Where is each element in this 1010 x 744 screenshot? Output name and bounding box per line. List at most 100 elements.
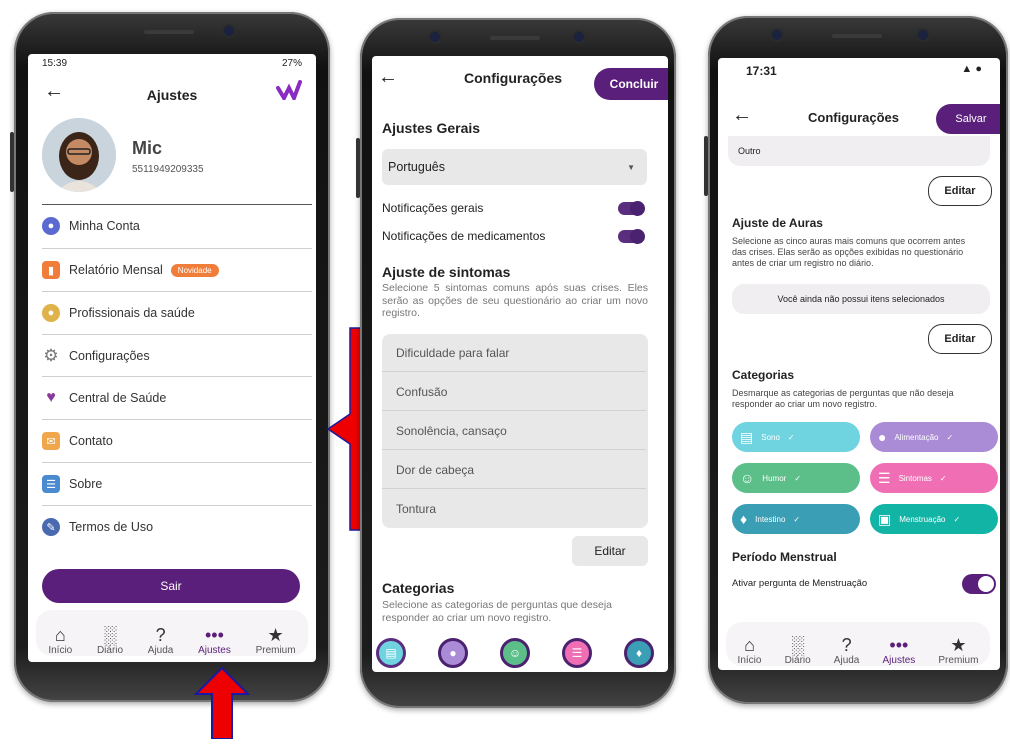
- category-intestino-icon[interactable]: ♦: [624, 638, 654, 668]
- save-button[interactable]: Salvar: [936, 104, 1000, 134]
- home-icon: ⌂: [744, 635, 755, 655]
- check-icon: ✓: [787, 432, 795, 442]
- back-arrow-icon[interactable]: ←: [378, 66, 398, 89]
- nav-ajustes[interactable]: ••• Ajustes: [882, 635, 915, 666]
- user-name: Mic: [132, 138, 163, 158]
- nav-inicio[interactable]: ⌂ Início: [48, 625, 72, 656]
- symptom-item: Dificuldade para falar: [382, 334, 646, 372]
- categories-description: Selecione as categorias de perguntas que…: [382, 599, 612, 624]
- bottom-nav: ⌂ Início ░ Diário ? Ajuda ••• Ajustes ★ Premi…: [36, 610, 308, 656]
- edit-auras-button[interactable]: Editar: [928, 324, 992, 354]
- menu-label: Configurações: [69, 349, 150, 363]
- notif-general-label: Notificações gerais: [382, 201, 484, 215]
- menu-item-configuracoes[interactable]: ⚙ Configurações: [42, 334, 312, 377]
- smile-icon: ☺: [740, 470, 755, 486]
- bottom-nav: ⌂ Início ░ Diário ? Ajuda ••• Ajustes ★ Premi…: [726, 622, 990, 666]
- logout-button[interactable]: Sair: [42, 569, 300, 603]
- camera: [430, 32, 440, 42]
- menu-item-termos[interactable]: ✎ Termos de Uso: [42, 505, 312, 548]
- category-sintomas-icon[interactable]: ☰: [562, 638, 592, 668]
- toggle-knob: [978, 576, 994, 592]
- home-icon: ⌂: [54, 625, 66, 645]
- screen-configuracoes: ← Configurações Concluir Ajustes Gerais …: [372, 56, 668, 672]
- nav-diario[interactable]: ░ Diário: [97, 625, 123, 656]
- menu-item-central-saude[interactable]: ♥ Central de Saúde: [42, 376, 312, 419]
- category-humor[interactable]: ☺ Humor ✓: [732, 463, 860, 493]
- nav-label: Premium: [938, 655, 979, 666]
- category-menstruacao[interactable]: ▣ Menstruação ✓: [870, 504, 998, 534]
- symptoms-list: Dificuldade para falar Confusão Sonolênc…: [382, 334, 648, 528]
- app-logo-icon: [276, 80, 302, 105]
- category-sono[interactable]: ▤ Sono ✓: [732, 422, 860, 452]
- nav-ajuda[interactable]: ? Ajuda: [148, 625, 174, 656]
- symptoms-description: Selecione 5 sintomas comuns após suas cr…: [382, 282, 648, 319]
- done-button[interactable]: Concluir: [594, 68, 668, 100]
- nav-inicio[interactable]: ⌂ Início: [738, 635, 762, 666]
- red-arrow-up: [192, 666, 252, 744]
- notif-meds-toggle[interactable]: [618, 229, 645, 244]
- category-alimentacao[interactable]: ● Alimentação ✓: [870, 422, 998, 452]
- food-icon: ●: [878, 429, 887, 445]
- status-icons: ▲ ●: [961, 63, 982, 75]
- nav-label: Início: [48, 645, 73, 656]
- edit-other-button[interactable]: Editar: [928, 176, 992, 206]
- nav-premium[interactable]: ★ Premium: [938, 635, 978, 666]
- phone-configuracoes: ← Configurações Concluir Ajustes Gerais …: [356, 18, 676, 708]
- help-icon: ?: [841, 635, 852, 655]
- nav-label: Ajuda: [147, 645, 174, 656]
- menu-item-relatorio[interactable]: ▮ Relatório Mensal Novidade: [42, 248, 312, 291]
- categories-section-title: Categorias: [382, 580, 455, 596]
- nav-diario[interactable]: ░ Diário: [785, 635, 811, 666]
- bar-chart-icon: ░: [791, 635, 804, 655]
- screen-configuracoes-2: 17:31 ▲ ● ← Configurações Salvar Outro E…: [718, 58, 1000, 670]
- more-icon: •••: [205, 625, 224, 645]
- category-intestino[interactable]: ♦ Intestino ✓: [732, 504, 860, 534]
- nav-label: Início: [737, 655, 762, 666]
- category-label: Intestino: [755, 514, 786, 524]
- star-icon: ★: [950, 635, 967, 655]
- check-icon: ✓: [946, 432, 954, 442]
- category-humor-icon[interactable]: ☺: [500, 638, 530, 668]
- nav-label: Diário: [96, 645, 124, 656]
- star-icon: ★: [267, 625, 284, 645]
- report-icon: ▮: [42, 261, 60, 279]
- period-toggle-label: Ativar pergunta de Menstruação: [732, 578, 868, 589]
- period-toggle[interactable]: [962, 574, 996, 594]
- nav-premium[interactable]: ★ Premium: [256, 625, 296, 656]
- category-label: Humor: [762, 473, 787, 483]
- screen-ajustes: 15:39 27% ← Ajustes Mic 5511949209335 ● …: [28, 54, 316, 662]
- language-select[interactable]: Português ▼: [382, 149, 647, 185]
- menu-item-minha-conta[interactable]: ● Minha Conta: [42, 205, 312, 247]
- category-sono-icon[interactable]: ▤: [376, 638, 406, 668]
- back-arrow-icon[interactable]: ←: [732, 104, 752, 127]
- check-icon: ✓: [953, 514, 961, 524]
- menu-label: Minha Conta: [69, 219, 140, 233]
- page-title: Configurações: [808, 110, 900, 125]
- menu-item-contato[interactable]: ✉ Contato: [42, 419, 312, 462]
- category-label: Sintomas: [898, 473, 932, 483]
- new-badge: Novidade: [170, 263, 219, 277]
- menu-item-sobre[interactable]: ☰ Sobre: [42, 462, 312, 505]
- symptom-item: Tontura: [396, 502, 437, 516]
- notif-general-toggle[interactable]: [618, 201, 645, 216]
- camera: [918, 30, 928, 40]
- category-sintomas[interactable]: ☰ Sintomas ✓: [870, 463, 998, 493]
- heart-icon: ♥: [46, 389, 56, 406]
- nav-ajuda[interactable]: ? Ajuda: [834, 635, 860, 666]
- speaker: [144, 30, 194, 34]
- edit-symptoms-button[interactable]: Editar: [572, 536, 648, 566]
- phone-ajustes: 15:39 27% ← Ajustes Mic 5511949209335 ● …: [10, 12, 330, 702]
- nav-ajustes[interactable]: ••• Ajustes: [198, 625, 231, 656]
- category-alimentacao-icon[interactable]: ●: [438, 638, 468, 668]
- page-title: Configurações: [464, 70, 563, 86]
- nav-label: Ajuda: [833, 655, 860, 666]
- dropdown-arrow-icon: ▼: [627, 162, 635, 172]
- nav-label: Diário: [784, 655, 811, 666]
- calendar-icon: ▣: [878, 510, 892, 527]
- category-label: Alimentação: [894, 432, 939, 442]
- user-icon: ●: [42, 217, 60, 235]
- menu-label: Contato: [69, 434, 113, 448]
- menu-item-profissionais[interactable]: ● Profissionais da saúde: [42, 291, 312, 334]
- nav-label: Premium: [255, 645, 296, 656]
- category-label: Sono: [761, 432, 780, 442]
